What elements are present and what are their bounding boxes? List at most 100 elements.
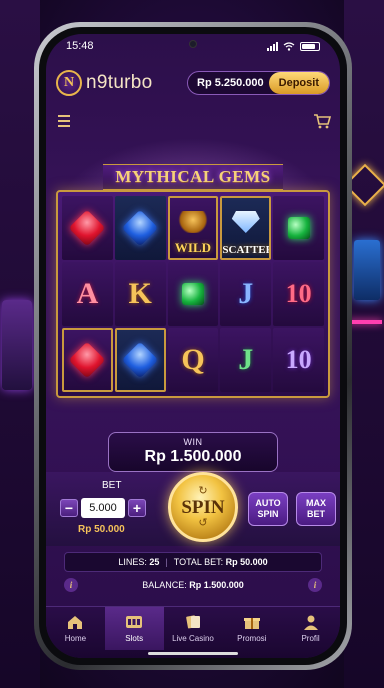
win-label: WIN: [183, 437, 203, 447]
red-gem-icon: [69, 209, 106, 247]
neon-screen-decoration: [354, 240, 380, 300]
deposit-button[interactable]: Deposit: [268, 72, 329, 94]
total-bet-label: TOTAL BET: Rp 50.000: [173, 557, 268, 567]
symbol-10: 10: [285, 279, 312, 308]
home-icon: [68, 616, 83, 629]
reel-cell: [62, 328, 113, 392]
max-bet-label-1: MAX: [306, 498, 326, 508]
reel-cell: Q: [167, 328, 219, 392]
status-icons: [267, 41, 320, 51]
rotate-arrow-icon: ↻: [198, 484, 208, 497]
front-camera: [189, 40, 197, 48]
symbol-q: Q: [181, 343, 205, 376]
nav-label: Profil: [301, 634, 320, 643]
diamond-icon: [231, 211, 260, 233]
bet-label: BET: [102, 480, 122, 491]
app-screen: 15:48 N n9turbo Rp 5.250.000 Deposit MYT…: [46, 34, 340, 658]
lines-info-bar: LINES: 25 | TOTAL BET: Rp 50.000: [64, 552, 322, 572]
blue-gem-icon: [121, 209, 159, 247]
wifi-icon: [283, 41, 295, 51]
neon-light-decoration: [348, 320, 382, 324]
home-indicator: [148, 652, 238, 655]
battery-icon: [300, 41, 320, 51]
reel-cell-wild: WILD: [167, 196, 219, 260]
blue-gem-icon: [121, 341, 159, 379]
bottom-nav: Home Slots Live Casino Promosi Profil: [46, 606, 340, 658]
reel-cell: [114, 196, 166, 260]
brand-name: n9turbo: [86, 72, 153, 93]
win-panel: WIN Rp 1.500.000: [108, 432, 278, 472]
reel-cell: [114, 328, 166, 392]
bet-decrease-button[interactable]: −: [60, 499, 78, 517]
bet-value-field[interactable]: 5.000: [81, 498, 125, 518]
nav-label: Promosi: [237, 634, 267, 643]
slots-icon: [126, 616, 143, 628]
cart-icon[interactable]: [312, 111, 332, 131]
game-title: MYTHICAL GEMS: [46, 164, 340, 190]
max-bet-button[interactable]: MAX BET: [296, 492, 336, 526]
app-header: N n9turbo Rp 5.250.000 Deposit: [46, 66, 340, 100]
separator: |: [165, 557, 168, 567]
game-balance: BALANCE: Rp 1.500.000: [142, 580, 244, 590]
bet-increase-button[interactable]: +: [128, 499, 146, 517]
balance-row: i BALANCE: Rp 1.500.000 i: [64, 576, 322, 594]
phone-bezel: 15:48 N n9turbo Rp 5.250.000 Deposit MYT…: [39, 27, 347, 665]
game-title-text: MYTHICAL GEMS: [103, 164, 283, 190]
cards-icon: [186, 615, 200, 629]
bet-stepper: − 5.000 +: [60, 498, 146, 518]
symbol-10: 10: [285, 345, 312, 374]
status-bar: 15:48: [46, 34, 340, 58]
signal-icon: [267, 41, 278, 51]
lines-label: LINES: 25: [118, 557, 160, 567]
brand-logo[interactable]: N n9turbo: [56, 70, 153, 96]
balance-pill: Rp 5.250.000 Deposit: [187, 71, 330, 95]
reel-cell: 10: [273, 328, 324, 392]
reel-cell: [273, 196, 324, 260]
win-amount: Rp 1.500.000: [144, 448, 242, 465]
auto-spin-label-2: SPIN: [257, 509, 279, 519]
phone-frame: 15:48 N n9turbo Rp 5.250.000 Deposit MYT…: [34, 22, 352, 670]
info-icon[interactable]: i: [64, 578, 78, 592]
nav-label: Live Casino: [172, 634, 214, 643]
reel-cell: [62, 196, 113, 260]
nav-item-live-casino[interactable]: Live Casino: [164, 607, 223, 650]
game-controls: BET − 5.000 + Rp 50.000 ↻ SPIN ↺ AUTO SP…: [46, 472, 340, 546]
reel-cell: J: [220, 328, 272, 392]
green-gem-icon: [181, 283, 204, 305]
slot-machine-decoration: [2, 300, 32, 390]
reel-cell: J: [220, 262, 272, 326]
bet-total: Rp 50.000: [78, 524, 125, 535]
green-gem-icon: [287, 217, 310, 239]
reel-cell: K: [114, 262, 166, 326]
dragon-icon: [176, 211, 209, 233]
spin-label: SPIN: [181, 496, 225, 518]
symbol-j: J: [238, 277, 254, 310]
reel-cell: [167, 262, 219, 326]
reel-cell: A: [62, 262, 113, 326]
slot-reels: WILD SCATTER A K J 10 Q J 10: [56, 190, 330, 398]
game-toolbar: [54, 110, 332, 132]
nav-label: Slots: [125, 634, 144, 643]
menu-icon[interactable]: [54, 111, 74, 131]
nav-item-slots[interactable]: Slots: [104, 607, 164, 650]
nav-item-home[interactable]: Home: [46, 607, 105, 650]
red-gem-icon: [69, 341, 106, 379]
status-time: 15:48: [66, 40, 94, 52]
user-icon: [303, 615, 318, 630]
max-bet-label-2: BET: [307, 509, 325, 519]
spin-button[interactable]: ↻ SPIN ↺: [168, 472, 238, 542]
auto-spin-label-1: AUTO: [255, 498, 281, 508]
wild-label: WILD: [174, 240, 212, 255]
symbol-a: A: [76, 277, 99, 310]
header-balance: Rp 5.250.000: [197, 77, 264, 89]
auto-spin-button[interactable]: AUTO SPIN: [248, 492, 288, 526]
nav-item-promosi[interactable]: Promosi: [222, 607, 281, 650]
reel-cell-scatter: SCATTER: [220, 196, 272, 260]
info-icon[interactable]: i: [308, 578, 322, 592]
symbol-j: J: [238, 343, 254, 376]
gift-icon: [243, 618, 260, 629]
nav-label: Home: [64, 634, 87, 643]
logo-badge-icon: N: [56, 70, 82, 96]
symbol-k: K: [128, 277, 152, 310]
nav-item-profil[interactable]: Profil: [281, 607, 340, 650]
